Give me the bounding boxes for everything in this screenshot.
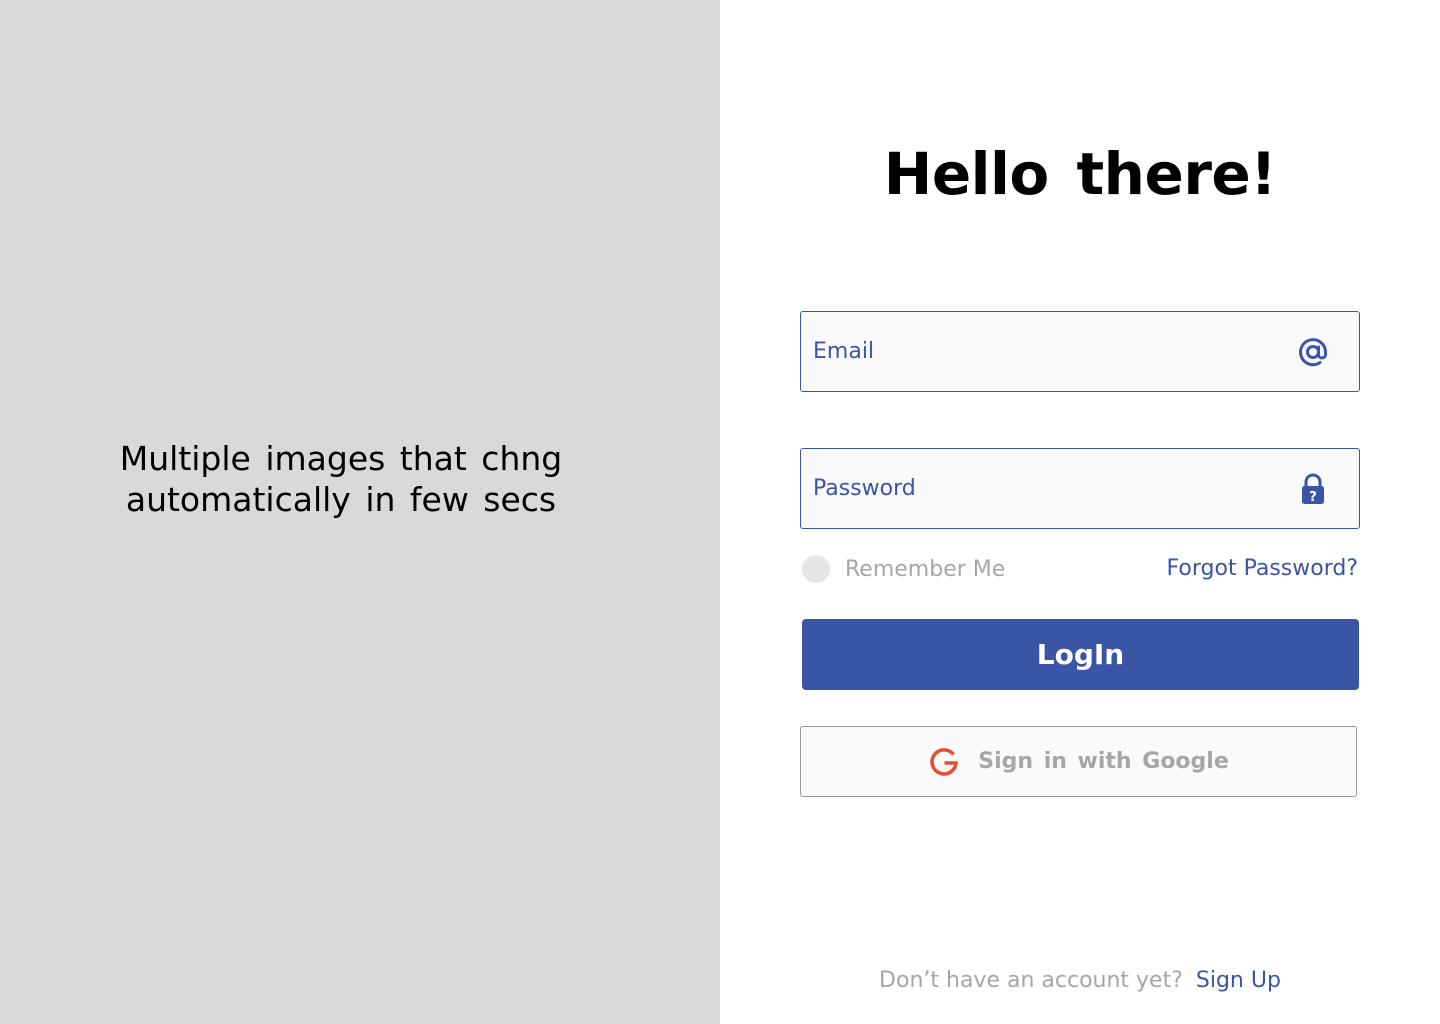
google-signin-label: Sign in with Google xyxy=(978,749,1229,774)
forgot-password-link[interactable]: Forgot Password? xyxy=(1167,554,1358,584)
carousel-placeholder-text: Multiple images that chng automatically … xyxy=(100,438,582,520)
password-input[interactable] xyxy=(813,449,1283,528)
caption-line-2: automatically in few secs xyxy=(125,480,557,519)
google-signin-button[interactable]: Sign in with Google xyxy=(800,726,1357,797)
email-input[interactable] xyxy=(813,312,1283,391)
remember-me-toggle[interactable]: Remember Me xyxy=(802,554,1005,584)
caption-line-1: Multiple images that chng xyxy=(119,439,563,478)
image-carousel-panel: Multiple images that chng automatically … xyxy=(0,0,720,1024)
svg-text:?: ? xyxy=(1309,490,1317,505)
signup-prompt: Don’t have an account yet? Sign Up xyxy=(720,968,1440,993)
login-panel: Hello there! ? Remember Me Forgot Passwo… xyxy=(720,0,1440,1024)
no-account-text: Don’t have an account yet? xyxy=(879,968,1183,993)
at-sign-icon xyxy=(1299,338,1327,367)
remember-me-radio[interactable] xyxy=(802,555,830,583)
email-field[interactable] xyxy=(800,311,1360,392)
password-field[interactable]: ? xyxy=(800,448,1360,529)
signup-link[interactable]: Sign Up xyxy=(1196,968,1281,993)
page-title: Hello there! xyxy=(883,140,1277,208)
google-g-icon xyxy=(930,747,959,776)
lock-question-icon: ? xyxy=(1302,473,1324,505)
remember-me-label: Remember Me xyxy=(845,556,1006,582)
login-button[interactable]: LogIn xyxy=(802,619,1359,690)
